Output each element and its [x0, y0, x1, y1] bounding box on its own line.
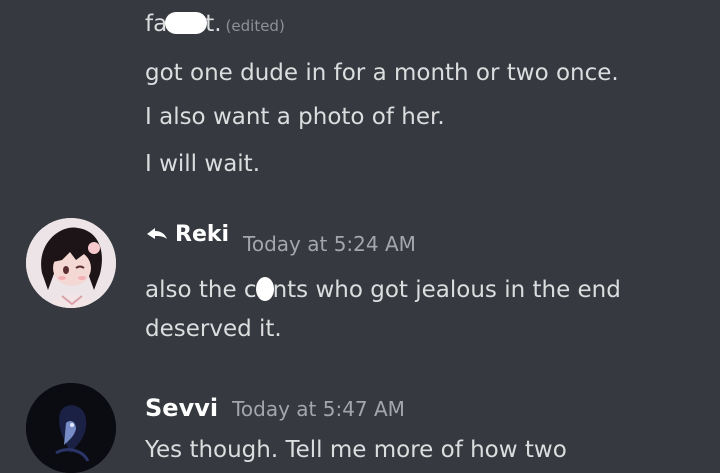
message-line: fa t. (edited) — [145, 10, 285, 40]
avatar[interactable] — [26, 383, 116, 473]
message-line: deserved it. — [145, 316, 282, 342]
message-line: also the c nts who got jealous in the end — [145, 276, 621, 304]
message-text-suffix: t. — [205, 11, 222, 37]
username[interactable]: Sevvi — [145, 394, 218, 422]
message-line: I will wait. — [145, 151, 261, 177]
message-text: nts who got jealous in the end — [272, 277, 621, 303]
avatar-image — [26, 218, 116, 308]
message-line: I also want a photo of her. — [145, 104, 445, 130]
chat-messages-area: fa t. (edited) got one dude in for a month… — [0, 0, 720, 473]
message-text: also the c — [145, 277, 257, 303]
message-header: Sevvi Today at 5:47 AM — [145, 394, 405, 422]
message-text-prefix: fa — [145, 11, 168, 37]
message-line: Yes though. Tell me more of how two — [145, 437, 567, 463]
message-line: got one dude in for a month or two once. — [145, 60, 619, 86]
redaction-blob — [165, 12, 208, 34]
timestamp: Today at 5:47 AM — [232, 397, 405, 421]
edited-label: (edited) — [225, 17, 285, 35]
avatar-image — [26, 383, 116, 473]
avatar[interactable] — [26, 218, 116, 308]
username[interactable]: Reki — [175, 222, 229, 247]
reply-arrow-icon — [147, 228, 167, 239]
message-header: Reki Today at 5:24 AM — [145, 222, 416, 256]
redaction-blob — [255, 277, 274, 301]
timestamp: Today at 5:24 AM — [243, 232, 416, 256]
